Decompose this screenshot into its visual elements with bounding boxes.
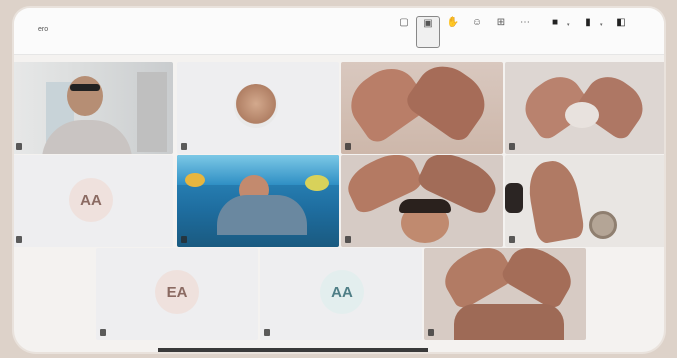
participant-name bbox=[16, 143, 22, 150]
fish bbox=[305, 175, 329, 191]
participant-name bbox=[264, 329, 270, 336]
participant-tile[interactable] bbox=[177, 62, 339, 154]
background-object bbox=[589, 211, 617, 239]
participant-name bbox=[100, 329, 106, 336]
participant-name bbox=[428, 329, 434, 336]
initials-avatar: AA bbox=[69, 178, 113, 222]
participant-name bbox=[509, 143, 515, 150]
participant-hair bbox=[399, 199, 451, 213]
participant-name bbox=[345, 143, 351, 150]
participant-face bbox=[67, 76, 103, 116]
participant-name bbox=[181, 236, 187, 243]
bottom-edge-bar bbox=[158, 348, 428, 352]
camera-icon: ■ bbox=[551, 17, 559, 28]
rooms-button[interactable]: ⊞ bbox=[490, 16, 512, 46]
participant-tile[interactable] bbox=[341, 155, 503, 247]
more-button[interactable]: ⋯ bbox=[514, 16, 536, 46]
meeting-title: ero bbox=[38, 26, 49, 33]
react-button[interactable]: ☺ bbox=[466, 16, 488, 46]
participant-body bbox=[217, 195, 307, 235]
participant-tile[interactable]: AA bbox=[260, 248, 422, 340]
participant-tile[interactable] bbox=[177, 155, 339, 247]
arms bbox=[454, 304, 564, 340]
participant-tile[interactable] bbox=[14, 62, 173, 154]
more-icon: ⋯ bbox=[520, 17, 530, 28]
heart-hand-right bbox=[402, 62, 496, 146]
chat-icon: ▢ bbox=[399, 17, 409, 28]
participant-name bbox=[181, 143, 187, 150]
participant-tile[interactable]: EA bbox=[96, 248, 258, 340]
initials-avatar: EA bbox=[155, 270, 199, 314]
raise-hand-icon: ✋ bbox=[446, 17, 460, 28]
react-icon: ☺ bbox=[471, 17, 483, 28]
initials-avatar: AA bbox=[320, 270, 364, 314]
participant-name bbox=[509, 236, 515, 243]
rooms-icon: ⊞ bbox=[496, 17, 506, 28]
chat-button[interactable]: ▢ bbox=[393, 16, 415, 46]
view-button[interactable]: ▣ bbox=[416, 16, 440, 48]
fish bbox=[185, 173, 205, 187]
participant-tile[interactable]: AA bbox=[14, 155, 173, 247]
mic-button[interactable]: ▮ bbox=[577, 16, 599, 46]
door-background bbox=[137, 72, 167, 152]
camera-options-chevron-icon[interactable]: ▾ bbox=[567, 22, 570, 28]
camera-button[interactable]: ■ bbox=[544, 16, 566, 46]
sunglasses bbox=[70, 84, 100, 91]
share-button[interactable]: ◧ bbox=[610, 16, 632, 46]
participant-tile[interactable] bbox=[505, 62, 664, 154]
participant-tile[interactable] bbox=[505, 155, 664, 247]
participant-tile[interactable] bbox=[424, 248, 586, 340]
profile-photo-avatar bbox=[234, 84, 278, 128]
heart-hand-right bbox=[498, 248, 580, 312]
share-icon: ◧ bbox=[616, 17, 626, 28]
meeting-window: ero ▢ ▣ ✋ ☺ ⊞ ⋯ ■ ▾ ▮ ▾ ◧ AA EA AA bbox=[14, 8, 664, 352]
participant-tile[interactable] bbox=[341, 62, 503, 154]
participant-name bbox=[16, 236, 22, 243]
mic-options-chevron-icon[interactable]: ▾ bbox=[600, 22, 603, 28]
meeting-toolbar: ero ▢ ▣ ✋ ☺ ⊞ ⋯ ■ ▾ ▮ ▾ ◧ bbox=[14, 8, 664, 55]
hand-arm bbox=[524, 157, 586, 245]
mic-icon: ▮ bbox=[585, 17, 591, 28]
view-icon: ▣ bbox=[423, 18, 433, 29]
participant-name bbox=[345, 236, 351, 243]
raise-hand-button[interactable]: ✋ bbox=[442, 16, 464, 46]
hair bbox=[505, 183, 523, 213]
heart-gap bbox=[565, 102, 599, 128]
